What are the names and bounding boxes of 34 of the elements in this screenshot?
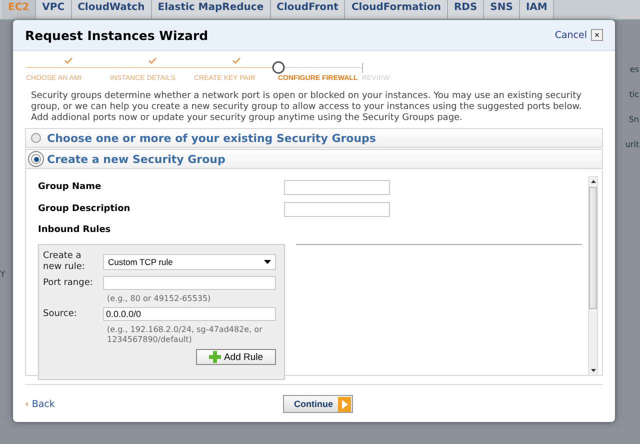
section-title: Inbound Rules <box>38 225 112 235</box>
service-tab[interactable]: CloudFront <box>270 0 346 19</box>
background-text: tic <box>629 90 639 99</box>
hint-text: (e.g., 192.168.2.0/24, sg-47ad482e, or 1234567890/default) <box>107 325 264 345</box>
rule-type-dropdown[interactable]: Custom TCP rule <box>103 254 276 270</box>
hint-text: (e.g., 80 or 49152-65535) <box>107 294 212 304</box>
service-tab[interactable]: Elastic MapReduce <box>152 0 271 19</box>
cancel-link[interactable]: Cancel <box>554 30 587 40</box>
source-field[interactable]: 0.0.0.0/0 <box>103 307 276 321</box>
intro-text: Security groups determine whether a network port is open or blocked on your instances. You may use an existing security group, or we can help you create a new security group to allow access to your instances using the suggested ports below. Add addional ports now or update your security group anytime using the Security Groups page. <box>31 91 583 124</box>
dialog-title: Request Instances Wizard <box>25 28 210 42</box>
field-label: Group Name <box>38 182 102 192</box>
background-text: Sn <box>628 115 639 124</box>
background-text: urit <box>625 140 639 149</box>
service-tab[interactable]: IAM <box>520 0 554 19</box>
background-text: es <box>630 65 639 74</box>
background-text: Y <box>0 270 6 280</box>
continue-button[interactable]: Continue <box>283 395 353 413</box>
option-label: Create a new Security Group <box>47 152 226 166</box>
option-label: Choose one or more of your existing Security Groups <box>47 132 376 144</box>
add-rule-button[interactable]: Add Rule <box>196 349 276 365</box>
service-tab[interactable]: SNS <box>484 0 520 19</box>
option-header[interactable]: Create a new Security Group <box>25 149 603 169</box>
close-button[interactable]: × <box>591 29 603 41</box>
option-header[interactable]: Choose one or more of your existing Security Groups <box>25 128 603 148</box>
field-label: Source: <box>43 308 78 320</box>
service-tab[interactable]: VPC <box>36 0 72 19</box>
field-label: Port range: <box>43 278 94 288</box>
service-tab[interactable]: RDS <box>448 0 484 19</box>
field-label: Create a new rule: <box>43 251 86 273</box>
service-tab[interactable]: CloudFormation <box>345 0 448 19</box>
back-link[interactable]: ‹ Back <box>25 398 283 410</box>
service-tab[interactable]: CloudWatch <box>72 0 152 19</box>
field-label: Group Description <box>38 204 132 214</box>
